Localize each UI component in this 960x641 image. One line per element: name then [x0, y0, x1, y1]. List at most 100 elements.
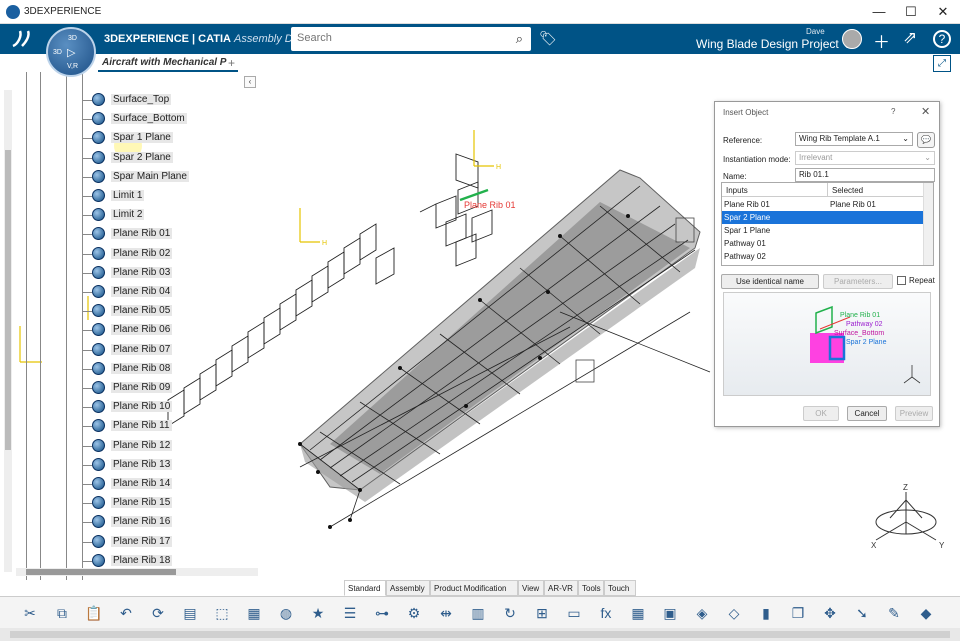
star-icon[interactable]: ★: [308, 602, 328, 624]
geometry-node-icon[interactable]: [92, 208, 105, 222]
signal-icon[interactable]: ▮: [756, 602, 776, 624]
tree-item[interactable]: Limit 2: [82, 207, 256, 225]
tree-item-label[interactable]: Plane Rib 15: [111, 497, 173, 509]
share-icon[interactable]: ⇗: [903, 28, 917, 48]
ok-button[interactable]: OK: [803, 406, 839, 421]
action-tab[interactable]: View: [518, 580, 544, 596]
tree-item[interactable]: Plane Rib 16: [82, 514, 256, 532]
dialog-help-button[interactable]: ?: [891, 107, 895, 116]
table-row[interactable]: Plane Rib 01 Plane Rib 01: [722, 198, 924, 211]
action-tab[interactable]: Touch: [604, 580, 636, 596]
geometry-node-icon[interactable]: [92, 265, 105, 279]
arrow-icon[interactable]: ➘: [852, 602, 872, 624]
action-tab[interactable]: Tools: [578, 580, 604, 596]
update-icon[interactable]: ⟳: [148, 602, 168, 624]
tab-active-document[interactable]: Aircraft with Mechanical P: [98, 54, 238, 72]
geometry-node-icon[interactable]: [92, 457, 105, 471]
geometry-node-icon[interactable]: [92, 361, 105, 375]
tree-item-label[interactable]: Plane Rib 02: [111, 247, 173, 259]
project-name[interactable]: Wing Blade Design Project: [696, 37, 839, 51]
copy-icon[interactable]: ⧉: [52, 602, 72, 624]
tree-item-label[interactable]: Plane Rib 04: [111, 286, 173, 297]
name-field[interactable]: Rib 01.1: [795, 168, 935, 182]
table-row[interactable]: Pathway 02: [722, 250, 924, 263]
tree-item[interactable]: Plane Rib 08: [82, 361, 256, 379]
row-input[interactable]: Spar 1 Plane: [724, 226, 770, 235]
close-button[interactable]: ✕: [928, 2, 958, 22]
tree-item-label[interactable]: Plane Rib 11: [111, 420, 172, 432]
search-box[interactable]: ⌕: [291, 27, 531, 51]
tree-item[interactable]: Plane Rib 03: [82, 265, 256, 283]
add-tab-button[interactable]: +: [228, 56, 235, 70]
tree-item[interactable]: Plane Rib 15: [82, 495, 256, 513]
tree-item[interactable]: Plane Rib 17: [82, 534, 256, 552]
tree-item-label[interactable]: Plane Rib 09: [111, 382, 173, 393]
tree-item-label[interactable]: Surface_Bottom: [111, 113, 187, 125]
preview-viewport[interactable]: Plane Rib 01 Pathway 02 Surface_Bottom S…: [723, 292, 931, 396]
instantiation-mode-select[interactable]: Irrelevant ⌄: [795, 151, 935, 165]
geometry-node-icon[interactable]: [92, 381, 105, 394]
tree-item-label[interactable]: Plane Rib 01: [111, 228, 173, 240]
tree-item[interactable]: Plane Rib 10: [82, 399, 256, 417]
geometry-node-icon[interactable]: [92, 323, 105, 337]
geometry-node-icon[interactable]: [92, 150, 105, 164]
geometry-node-icon[interactable]: [92, 477, 105, 490]
tree-item-label[interactable]: Spar Main Plane: [111, 170, 189, 182]
help-icon[interactable]: ?: [933, 30, 951, 48]
pages-icon[interactable]: ❐: [788, 602, 808, 624]
books-icon[interactable]: ▥: [468, 602, 488, 624]
grid-icon[interactable]: ▦: [628, 602, 648, 624]
tree-item-label[interactable]: Plane Rib 10: [111, 401, 173, 413]
tree-item[interactable]: Plane Rib 12: [82, 438, 256, 456]
play-icon[interactable]: ▷: [67, 46, 75, 59]
geometry-node-icon[interactable]: [92, 246, 105, 260]
tree-item-label[interactable]: Surface_Top: [111, 94, 172, 105]
tag-icon[interactable]: 🏷: [539, 30, 557, 47]
geometry-node-icon[interactable]: [92, 285, 105, 298]
tree-item[interactable]: Spar 1 Plane: [82, 130, 256, 148]
cube-icon[interactable]: ◈: [692, 602, 712, 624]
table-row[interactable]: Pathway 01: [722, 237, 924, 250]
tree-item[interactable]: Surface_Top: [82, 92, 256, 110]
search-input[interactable]: [297, 27, 497, 49]
geometry-node-icon[interactable]: [92, 438, 105, 452]
parameters-button[interactable]: Parameters...: [823, 274, 893, 289]
search-icon[interactable]: ⌕: [516, 31, 523, 47]
tree-item-label[interactable]: Plane Rib 07: [111, 343, 173, 355]
geometry-node-icon[interactable]: [92, 304, 105, 318]
dialog-close-button[interactable]: ✕: [921, 105, 930, 118]
tree-item-label[interactable]: Plane Rib 17: [111, 535, 173, 547]
tree-item-label[interactable]: Limit 1: [111, 190, 145, 201]
select-icon[interactable]: ⬚: [212, 602, 232, 624]
tree-item[interactable]: Plane Rib 11: [82, 418, 256, 436]
use-identical-name-button[interactable]: Use identical name: [721, 274, 819, 289]
project-selector[interactable]: Wing Blade Design Project ⌄: [696, 37, 852, 51]
tag-icon[interactable]: ◇: [724, 602, 744, 624]
tree-item-label[interactable]: Plane Rib 08: [111, 362, 173, 374]
instantiation-mode-value[interactable]: Irrelevant: [799, 153, 832, 162]
chevron-down-icon[interactable]: ⌄: [902, 134, 909, 143]
row-input[interactable]: Plane Rib 01: [724, 200, 770, 209]
tree-item-label[interactable]: Spar 2 Plane: [111, 151, 173, 163]
maximize-button[interactable]: ☐: [896, 2, 926, 22]
tree-item-label[interactable]: Plane Rib 18: [111, 554, 173, 566]
geometry-node-icon[interactable]: [92, 400, 105, 414]
hierarchy-icon[interactable]: ⊞: [532, 602, 552, 624]
row-selected[interactable]: Plane Rib 01: [830, 200, 876, 209]
table-row[interactable]: Spar 2 Plane: [722, 211, 924, 224]
tree-item-label[interactable]: Plane Rib 14: [111, 478, 173, 489]
avatar[interactable]: [842, 29, 862, 49]
tree-item-label[interactable]: Plane Rib 13: [111, 458, 173, 470]
tree-item-label[interactable]: Plane Rib 16: [111, 516, 173, 528]
file-icon[interactable]: ▭: [564, 602, 584, 624]
table-row[interactable]: Spar 1 Plane: [722, 224, 924, 237]
tree-item-label[interactable]: Limit 2: [111, 209, 145, 221]
geometry-node-icon[interactable]: [92, 131, 105, 145]
paste-icon[interactable]: 📋: [84, 602, 104, 624]
geometry-node-icon[interactable]: [92, 227, 105, 241]
tree-item[interactable]: Plane Rib 06: [82, 322, 256, 340]
globe-icon[interactable]: ◍: [276, 602, 296, 624]
tree-item-label[interactable]: Plane Rib 06: [111, 324, 173, 336]
geometry-node-icon[interactable]: [92, 112, 105, 126]
tree-vertical-scrollbar[interactable]: [4, 90, 12, 572]
